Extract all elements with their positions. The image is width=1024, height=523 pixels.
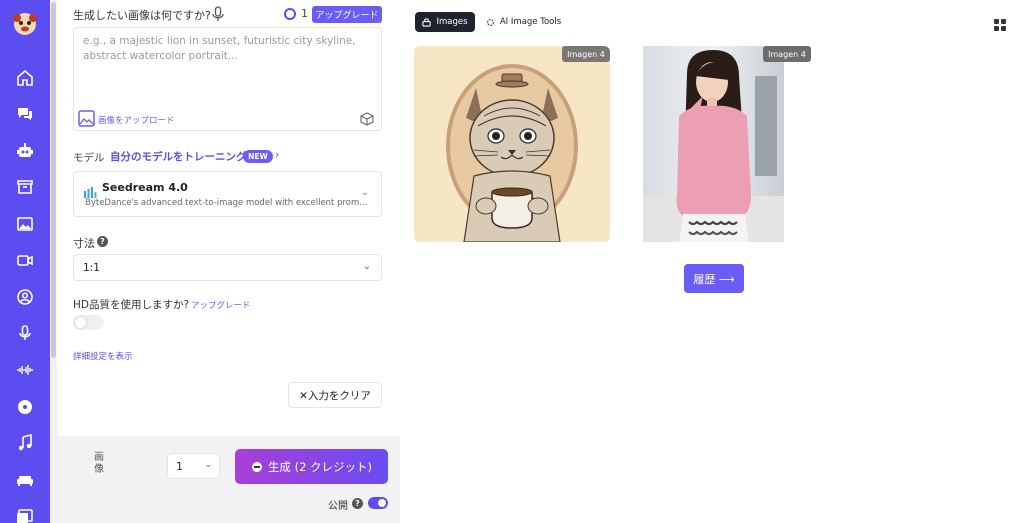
sidebar <box>0 0 50 523</box>
size-select[interactable]: 1:1 ⌄ <box>73 254 382 281</box>
sparkle-icon <box>251 461 262 472</box>
result-image-cat[interactable]: Imagen 4 <box>414 46 610 242</box>
chevron-down-icon: ⌄ <box>360 187 369 198</box>
music-icon[interactable] <box>14 432 36 454</box>
model-name: Seedream 4.0 <box>102 181 188 194</box>
upload-image-icon[interactable] <box>78 110 95 127</box>
credit-count: 1 <box>301 7 308 20</box>
chat-icon[interactable] <box>14 103 36 125</box>
public-toggle[interactable] <box>368 497 388 509</box>
grid-view-icon[interactable] <box>994 16 1006 31</box>
box-icon[interactable] <box>14 176 36 198</box>
mic-icon[interactable] <box>14 322 36 344</box>
disc-icon[interactable] <box>14 396 36 418</box>
hd-upgrade-link[interactable]: アップグレード <box>191 299 251 311</box>
cat-illustration <box>414 46 610 242</box>
new-badge: NEW <box>243 150 273 163</box>
public-label: 公開 <box>328 501 348 512</box>
tab-images-label: Images <box>436 17 468 27</box>
image-count-label: 画像 <box>94 452 104 475</box>
waveform-icon[interactable] <box>14 359 36 381</box>
generate-button[interactable]: 生成 (2 クレジット) <box>235 449 388 484</box>
size-label: 寸法 <box>73 237 95 250</box>
model-tag: Imagen 4 <box>562 46 610 62</box>
model-description: ByteDance's advanced text-to-image model… <box>85 198 368 208</box>
sofa-icon[interactable] <box>14 468 36 490</box>
hd-label: HD品質を使用しますか? <box>73 299 190 311</box>
upgrade-button[interactable]: アップグレード <box>312 6 382 23</box>
image-count-select[interactable]: 1 ⌄ <box>167 453 220 479</box>
panel-scrollbar[interactable] <box>50 0 57 523</box>
model-tag: Imagen 4 <box>763 46 811 62</box>
model-label: モデル <box>73 152 105 164</box>
history-button[interactable]: 履歴 ⟶ <box>684 264 744 293</box>
scrollbar-thumb[interactable] <box>51 2 56 358</box>
robot-icon[interactable] <box>14 140 36 162</box>
chevron-down-icon: ⌄ <box>204 460 212 470</box>
tab-images[interactable]: Images <box>415 12 475 32</box>
tools-icon <box>486 18 494 26</box>
chevron-right-icon[interactable]: › <box>275 148 279 161</box>
size-value: 1:1 <box>83 262 100 274</box>
image-count-value: 1 <box>176 460 183 473</box>
result-image-woman[interactable] <box>643 46 784 242</box>
credit-circle-icon <box>284 8 296 20</box>
bar-chart-icon <box>84 183 98 198</box>
tab-ai-tools-label: AI Image Tools <box>499 17 562 27</box>
home-icon[interactable] <box>14 67 36 89</box>
chevron-down-icon: ⌄ <box>362 261 371 272</box>
user-circle-icon[interactable] <box>14 286 36 308</box>
mic-icon[interactable] <box>211 6 225 22</box>
model-select[interactable]: Seedream 4.0 ByteDance's advanced text-t… <box>73 171 382 217</box>
woman-photo <box>643 46 784 242</box>
app-root: 生成したい画像は何ですか? 1 アップグレード e.g., a majestic… <box>0 0 1024 523</box>
logo-icon[interactable] <box>10 8 40 38</box>
generate-button-label: 生成 (2 クレジット) <box>267 459 373 474</box>
lock-icon <box>422 17 432 27</box>
upload-image-link[interactable]: 画像をアップロード <box>98 114 175 126</box>
hd-toggle[interactable] <box>73 315 104 330</box>
prompt-label: 生成したい画像は何ですか? <box>73 9 211 22</box>
image-icon[interactable] <box>14 213 36 235</box>
clear-input-button[interactable]: ✕入力をクリア <box>288 382 382 408</box>
prompt-placeholder: e.g., a majestic lion in sunset, futuris… <box>83 35 356 62</box>
video-icon[interactable] <box>14 249 36 271</box>
cube-icon[interactable] <box>360 111 374 126</box>
help-icon[interactable]: ? <box>352 498 363 509</box>
advanced-settings-link[interactable]: 詳細設定を表示 <box>73 350 133 362</box>
gallery-icon[interactable] <box>14 505 36 523</box>
prompt-textarea[interactable]: e.g., a majestic lion in sunset, futuris… <box>73 27 382 131</box>
train-model-link[interactable]: 自分のモデルをトレーニング <box>110 149 247 164</box>
tab-ai-image-tools[interactable]: AI Image Tools <box>481 12 566 32</box>
help-icon[interactable]: ? <box>97 236 108 247</box>
